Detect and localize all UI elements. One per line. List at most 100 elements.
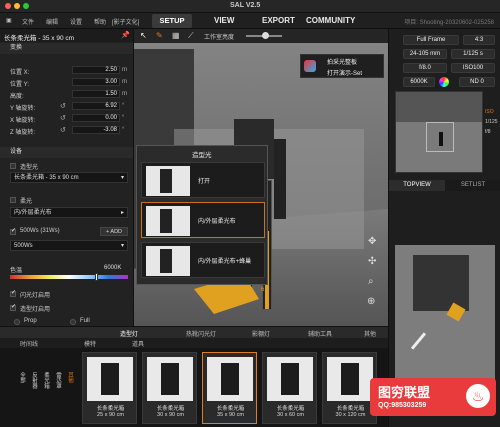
modifier-dropdown[interactable]: 长条柔光箱 - 35 x 90 cm ▾ <box>10 172 128 183</box>
add-button[interactable]: + ADD <box>100 227 128 236</box>
rot-z-unit: ° <box>122 127 125 133</box>
chevron-down-icon: ▾ <box>120 243 124 249</box>
softbox-thumb <box>87 357 133 401</box>
ratio-select[interactable]: 4:3 <box>463 35 495 45</box>
category-beauty-dish[interactable]: 雷达罩 <box>50 372 62 389</box>
nav-community[interactable]: COMMUNITY <box>306 16 355 25</box>
power-checkbox[interactable] <box>10 227 16 235</box>
softbox-thumb <box>147 357 193 401</box>
grid-tool-icon[interactable]: ▦ <box>172 31 180 40</box>
work-lightness-handle[interactable] <box>262 32 269 39</box>
library-card[interactable]: 长条柔光箱 30 x 60 cm <box>262 352 317 424</box>
rot-x-field[interactable]: 0.00 <box>72 114 120 122</box>
maximize-window-icon[interactable] <box>23 3 29 9</box>
prop-radio[interactable] <box>14 319 20 325</box>
popup-item-grid[interactable]: 内/外层柔光布+蜂巢 <box>141 242 265 278</box>
device-header[interactable]: 设备 <box>0 147 133 158</box>
popup-item-open[interactable]: 打开 <box>141 162 265 198</box>
rot-y-field[interactable]: 6.92 <box>72 102 120 110</box>
popup-title: 造型光 <box>192 152 212 159</box>
height-field[interactable]: 1.50 <box>72 90 120 98</box>
iso-select[interactable]: ISO100 <box>451 63 495 73</box>
color-wheel-icon[interactable] <box>439 77 449 87</box>
menu-edit[interactable]: 编辑 <box>46 17 58 26</box>
tab-setlist[interactable]: SETLIST <box>445 180 500 191</box>
transform-header[interactable]: 变换 <box>0 43 133 54</box>
color-temp-handle[interactable] <box>95 273 98 281</box>
close-window-icon[interactable] <box>5 3 11 9</box>
watermark-qq: QQ:985303259 <box>378 402 427 409</box>
library-card-selected[interactable]: 长条柔光箱 35 x 90 cm <box>202 352 257 424</box>
category-all[interactable]: 全部 <box>14 372 26 383</box>
full-radio[interactable] <box>70 319 76 325</box>
menu-user[interactable]: [影子文化] <box>112 17 139 26</box>
transform-header-label: 变换 <box>10 45 23 51</box>
subtab-timeline[interactable]: 时间线 <box>20 339 38 348</box>
tab-studio[interactable]: 影棚灯 <box>252 329 270 338</box>
tab-hotshoe[interactable]: 热靴闪光灯 <box>186 329 216 338</box>
aperture-select[interactable]: f/8.0 <box>403 63 447 73</box>
pos-x-field[interactable]: 2.50 <box>72 66 120 74</box>
pos-y-field[interactable]: 3.00 <box>72 78 120 86</box>
color-temp-label: 色温 <box>10 268 23 274</box>
reset-rot-y-icon[interactable]: ↺ <box>60 102 66 110</box>
modifier-checkbox[interactable] <box>10 163 16 169</box>
flame-icon: ♨ <box>466 384 490 408</box>
menu-file[interactable]: 文件 <box>22 17 34 26</box>
tab-topview[interactable]: TOPVIEW <box>389 180 445 191</box>
nav-export[interactable]: EXPORT <box>262 16 295 25</box>
minimize-window-icon[interactable] <box>14 3 20 9</box>
shutter-select[interactable]: 1/125 s <box>451 49 495 59</box>
modeling-enable-checkbox[interactable] <box>10 303 16 311</box>
subtab-model[interactable]: 模特 <box>84 339 96 348</box>
watermark-title: 图穷联盟 <box>378 385 431 400</box>
camera-icon[interactable]: ⊕ <box>367 296 375 307</box>
flash-enable-checkbox[interactable] <box>10 289 16 297</box>
menu-settings[interactable]: 设置 <box>70 17 82 26</box>
work-lightness-label: 工作室亮度 <box>204 35 235 41</box>
reset-rot-z-icon[interactable]: ↺ <box>60 126 66 134</box>
orbit-icon[interactable]: ✥ <box>368 236 376 247</box>
reset-rot-x-icon[interactable]: ↺ <box>60 114 66 122</box>
pan-icon[interactable]: ✣ <box>368 256 376 267</box>
pos-x-unit: m <box>122 67 127 73</box>
zoom-icon[interactable]: ⌕ <box>368 276 374 287</box>
subtab-prop[interactable]: 道具 <box>132 339 144 348</box>
modifier-dropdown-value: 长条柔光箱 - 35 x 90 cm <box>14 175 79 181</box>
cursor-tool-icon[interactable]: ↖ <box>140 31 147 40</box>
pos-x-label: 位置 X: <box>10 70 30 76</box>
diffuser-checkbox[interactable] <box>10 197 16 203</box>
library-card[interactable]: 长条柔光箱 30 x 90 cm <box>142 352 197 424</box>
topview-map[interactable] <box>395 245 495 385</box>
nd-select[interactable]: ND 0 <box>459 77 495 87</box>
scene-badge[interactable]: 拍采光整板 打开演示-Set <box>300 54 384 78</box>
nav-setup[interactable]: SETUP <box>152 14 192 28</box>
camera-preview[interactable] <box>395 91 483 173</box>
sensor-select[interactable]: Full Frame <box>403 35 459 45</box>
lens-select[interactable]: 24-105 mm <box>403 49 447 59</box>
card-name: 长条柔光箱 <box>216 406 245 412</box>
tab-tools[interactable]: 辅助工具 <box>308 329 332 338</box>
library-card[interactable]: 长条柔光箱 25 x 90 cm <box>82 352 137 424</box>
rot-x-unit: ° <box>122 115 125 121</box>
color-temp-slider[interactable] <box>10 275 128 279</box>
menu-help[interactable]: 帮助 <box>94 17 106 26</box>
category-other[interactable]: 其他 <box>62 372 74 383</box>
nav-view[interactable]: VIEW <box>214 16 234 25</box>
tab-modeling[interactable]: 造型灯 <box>120 329 138 338</box>
category-reflector[interactable]: 反射器 <box>26 372 38 389</box>
modifier-label: 造型光 <box>20 165 39 171</box>
wb-select[interactable]: 6000K <box>403 77 435 87</box>
tab-other[interactable]: 其他 <box>364 329 376 338</box>
pos-y-label: 位置 Y: <box>10 82 30 88</box>
library-card[interactable]: 长条柔光箱 30 x 120 cm <box>322 352 377 424</box>
pen-tool-icon[interactable]: ✎ <box>156 31 163 40</box>
pin-icon[interactable]: 📌 <box>121 31 130 39</box>
category-softbox[interactable]: 柔光箱 <box>38 372 50 389</box>
diffuser-dropdown[interactable]: 内/外层柔光布 ▸ <box>10 207 128 218</box>
chevron-right-icon: ▸ <box>120 210 124 216</box>
power-dropdown[interactable]: 500Ws ▾ <box>10 240 128 251</box>
popup-item-diffuser[interactable]: 内/外层柔光布 <box>141 202 265 238</box>
ruler-tool-icon[interactable]: ⟋ <box>188 31 194 41</box>
rot-z-field[interactable]: -3.08 <box>72 126 120 134</box>
